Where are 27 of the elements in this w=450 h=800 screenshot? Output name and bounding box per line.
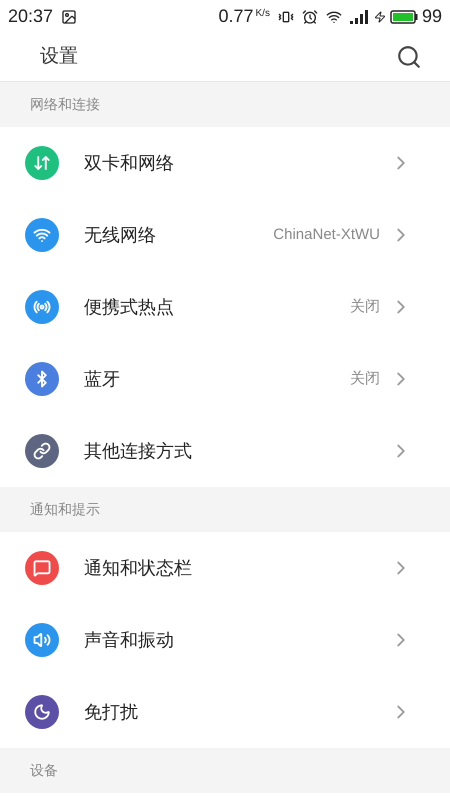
- wifi-status-icon: [326, 8, 342, 24]
- item-label: 声音和振动: [84, 628, 175, 652]
- item-label: 双卡和网络: [84, 152, 175, 174]
- status-time: 20:37: [8, 5, 54, 28]
- network-speed: 0.77: [218, 5, 254, 28]
- item-label: 无线网络: [84, 224, 157, 246]
- speed-unit: K/s: [256, 7, 270, 21]
- search-button[interactable]: [396, 44, 422, 70]
- item-label: 其他连接方式: [84, 440, 193, 462]
- item-label: 蓝牙: [84, 368, 121, 390]
- signal-icon: [350, 10, 370, 24]
- item-label: 免打扰: [84, 700, 139, 724]
- item-value: ChinaNet-XtWU: [273, 224, 380, 245]
- section-header: 通知和提示: [0, 487, 450, 532]
- alarm-icon: [302, 8, 318, 24]
- page-title: 设置: [40, 44, 79, 69]
- item-label: 通知和状态栏: [84, 556, 193, 580]
- item-label: 便携式热点: [84, 296, 175, 318]
- item-value: 关闭: [350, 368, 380, 389]
- item-value: 关闭: [350, 296, 380, 317]
- battery-icon: [390, 10, 418, 24]
- battery-level: 99: [422, 5, 442, 28]
- section-header: 设备: [0, 748, 450, 793]
- charging-icon: [374, 10, 386, 22]
- picture-notification-icon: [61, 8, 78, 24]
- vibrate-icon: [278, 8, 294, 24]
- section-header: 网络和连接: [0, 82, 450, 127]
